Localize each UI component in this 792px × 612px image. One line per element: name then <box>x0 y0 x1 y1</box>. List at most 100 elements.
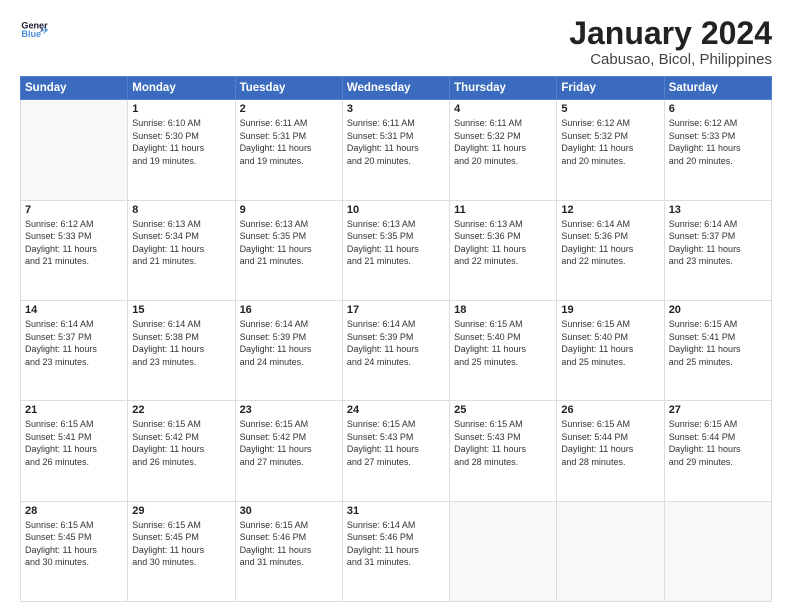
header: General Blue January 2024 Cabusao, Bicol… <box>20 16 772 68</box>
table-row: 16Sunrise: 6:14 AM Sunset: 5:39 PM Dayli… <box>235 300 342 400</box>
table-row: 26 Sunrise: 6:15 AM Sunset: 5:44 PM Dayli… <box>557 401 664 501</box>
cell-info: Sunrise: 6:15 AM Sunset: 5:43 PM Dayligh… <box>454 418 552 468</box>
day-number: 23 <box>240 404 338 416</box>
cell-info: Sunrise: 6:15 AM Sunset: 5:42 PM Dayligh… <box>240 418 338 468</box>
table-row: 1 Sunrise: 6:10 AM Sunset: 5:30 PM Daylig… <box>128 100 235 200</box>
cell-info: Sunrise: 6:15 AM Sunset: 5:45 PM Dayligh… <box>132 519 230 569</box>
table-row: 31 Sunrise: 6:14 AM Sunset: 5:46 PM Dayli… <box>342 501 449 601</box>
day-number: 10 <box>347 204 445 216</box>
table-row: 13Sunrise: 6:14 AM Sunset: 5:37 PM Dayli… <box>664 200 771 300</box>
day-number: 18 <box>454 304 552 316</box>
header-tuesday: Tuesday <box>235 77 342 100</box>
header-thursday: Thursday <box>450 77 557 100</box>
cell-info: Sunrise: 6:14 AM Sunset: 5:46 PM Dayligh… <box>347 519 445 569</box>
cell-info: Sunrise: 6:15 AM Sunset: 5:45 PM Dayligh… <box>25 519 123 569</box>
day-number: 26 <box>561 404 659 416</box>
day-number: 2 <box>240 103 338 115</box>
calendar-week-row: 28 Sunrise: 6:15 AM Sunset: 5:45 PM Dayli… <box>21 501 772 601</box>
calendar-week-row: 14 Sunrise: 6:14 AM Sunset: 5:37 PM Dayli… <box>21 300 772 400</box>
table-row <box>450 501 557 601</box>
cell-info: Sunrise: 6:15 AM Sunset: 5:40 PM Dayligh… <box>561 318 659 368</box>
day-number: 30 <box>240 505 338 517</box>
table-row: 25Sunrise: 6:15 AM Sunset: 5:43 PM Dayli… <box>450 401 557 501</box>
cell-info: Sunrise: 6:12 AM Sunset: 5:32 PM Dayligh… <box>561 117 659 167</box>
calendar-table: Sunday Monday Tuesday Wednesday Thursday… <box>20 76 772 602</box>
cell-info: Sunrise: 6:14 AM Sunset: 5:37 PM Dayligh… <box>25 318 123 368</box>
cell-info: Sunrise: 6:14 AM Sunset: 5:39 PM Dayligh… <box>347 318 445 368</box>
day-number: 27 <box>669 404 767 416</box>
day-number: 19 <box>561 304 659 316</box>
table-row: 3 Sunrise: 6:11 AM Sunset: 5:31 PM Daylig… <box>342 100 449 200</box>
calendar-header-row: Sunday Monday Tuesday Wednesday Thursday… <box>21 77 772 100</box>
table-row: 9Sunrise: 6:13 AM Sunset: 5:35 PM Daylig… <box>235 200 342 300</box>
day-number: 14 <box>25 304 123 316</box>
cell-info: Sunrise: 6:13 AM Sunset: 5:36 PM Dayligh… <box>454 218 552 268</box>
table-row: 5 Sunrise: 6:12 AM Sunset: 5:32 PM Daylig… <box>557 100 664 200</box>
day-number: 17 <box>347 304 445 316</box>
table-row: 4 Sunrise: 6:11 AM Sunset: 5:32 PM Daylig… <box>450 100 557 200</box>
cell-info: Sunrise: 6:15 AM Sunset: 5:46 PM Dayligh… <box>240 519 338 569</box>
calendar-week-row: 1 Sunrise: 6:10 AM Sunset: 5:30 PM Daylig… <box>21 100 772 200</box>
cell-info: Sunrise: 6:13 AM Sunset: 5:35 PM Dayligh… <box>240 218 338 268</box>
cell-info: Sunrise: 6:10 AM Sunset: 5:30 PM Dayligh… <box>132 117 230 167</box>
day-number: 24 <box>347 404 445 416</box>
day-number: 5 <box>561 103 659 115</box>
table-row <box>557 501 664 601</box>
table-row: 6 Sunrise: 6:12 AM Sunset: 5:33 PM Daylig… <box>664 100 771 200</box>
table-row: 2Sunrise: 6:11 AM Sunset: 5:31 PM Daylig… <box>235 100 342 200</box>
day-number: 28 <box>25 505 123 517</box>
cell-info: Sunrise: 6:12 AM Sunset: 5:33 PM Dayligh… <box>25 218 123 268</box>
day-number: 11 <box>454 204 552 216</box>
header-sunday: Sunday <box>21 77 128 100</box>
cell-info: Sunrise: 6:15 AM Sunset: 5:41 PM Dayligh… <box>669 318 767 368</box>
day-number: 7 <box>25 204 123 216</box>
page: General Blue January 2024 Cabusao, Bicol… <box>0 0 792 612</box>
day-number: 29 <box>132 505 230 517</box>
table-row <box>664 501 771 601</box>
header-friday: Friday <box>557 77 664 100</box>
table-row: 14 Sunrise: 6:14 AM Sunset: 5:37 PM Dayli… <box>21 300 128 400</box>
cell-info: Sunrise: 6:15 AM Sunset: 5:42 PM Dayligh… <box>132 418 230 468</box>
day-number: 12 <box>561 204 659 216</box>
cell-info: Sunrise: 6:13 AM Sunset: 5:35 PM Dayligh… <box>347 218 445 268</box>
day-number: 20 <box>669 304 767 316</box>
table-row: 8 Sunrise: 6:13 AM Sunset: 5:34 PM Daylig… <box>128 200 235 300</box>
day-number: 3 <box>347 103 445 115</box>
day-number: 4 <box>454 103 552 115</box>
cell-info: Sunrise: 6:14 AM Sunset: 5:37 PM Dayligh… <box>669 218 767 268</box>
table-row: 24 Sunrise: 6:15 AM Sunset: 5:43 PM Dayli… <box>342 401 449 501</box>
header-wednesday: Wednesday <box>342 77 449 100</box>
cell-info: Sunrise: 6:11 AM Sunset: 5:32 PM Dayligh… <box>454 117 552 167</box>
table-row: 15Sunrise: 6:14 AM Sunset: 5:38 PM Dayli… <box>128 300 235 400</box>
table-row: 17 Sunrise: 6:14 AM Sunset: 5:39 PM Dayli… <box>342 300 449 400</box>
cell-info: Sunrise: 6:14 AM Sunset: 5:39 PM Dayligh… <box>240 318 338 368</box>
calendar-week-row: 21Sunrise: 6:15 AM Sunset: 5:41 PM Dayli… <box>21 401 772 501</box>
cell-info: Sunrise: 6:15 AM Sunset: 5:43 PM Dayligh… <box>347 418 445 468</box>
table-row: 19 Sunrise: 6:15 AM Sunset: 5:40 PM Dayli… <box>557 300 664 400</box>
table-row: 30 Sunrise: 6:15 AM Sunset: 5:46 PM Dayli… <box>235 501 342 601</box>
day-number: 1 <box>132 103 230 115</box>
cell-info: Sunrise: 6:15 AM Sunset: 5:44 PM Dayligh… <box>561 418 659 468</box>
table-row: 20 Sunrise: 6:15 AM Sunset: 5:41 PM Dayli… <box>664 300 771 400</box>
table-row: 28 Sunrise: 6:15 AM Sunset: 5:45 PM Dayli… <box>21 501 128 601</box>
day-number: 31 <box>347 505 445 517</box>
day-number: 22 <box>132 404 230 416</box>
table-row: 10 Sunrise: 6:13 AM Sunset: 5:35 PM Dayli… <box>342 200 449 300</box>
calendar-week-row: 7 Sunrise: 6:12 AM Sunset: 5:33 PM Daylig… <box>21 200 772 300</box>
day-number: 21 <box>25 404 123 416</box>
day-number: 8 <box>132 204 230 216</box>
day-number: 6 <box>669 103 767 115</box>
table-row: 11 Sunrise: 6:13 AM Sunset: 5:36 PM Dayli… <box>450 200 557 300</box>
main-title: January 2024 <box>569 16 772 51</box>
logo: General Blue <box>20 16 48 44</box>
table-row: 21Sunrise: 6:15 AM Sunset: 5:41 PM Dayli… <box>21 401 128 501</box>
table-row: 12Sunrise: 6:14 AM Sunset: 5:36 PM Dayli… <box>557 200 664 300</box>
table-row: 27Sunrise: 6:15 AM Sunset: 5:44 PM Dayli… <box>664 401 771 501</box>
subtitle: Cabusao, Bicol, Philippines <box>569 51 772 68</box>
cell-info: Sunrise: 6:11 AM Sunset: 5:31 PM Dayligh… <box>347 117 445 167</box>
header-saturday: Saturday <box>664 77 771 100</box>
cell-info: Sunrise: 6:13 AM Sunset: 5:34 PM Dayligh… <box>132 218 230 268</box>
cell-info: Sunrise: 6:15 AM Sunset: 5:40 PM Dayligh… <box>454 318 552 368</box>
day-number: 15 <box>132 304 230 316</box>
cell-info: Sunrise: 6:12 AM Sunset: 5:33 PM Dayligh… <box>669 117 767 167</box>
